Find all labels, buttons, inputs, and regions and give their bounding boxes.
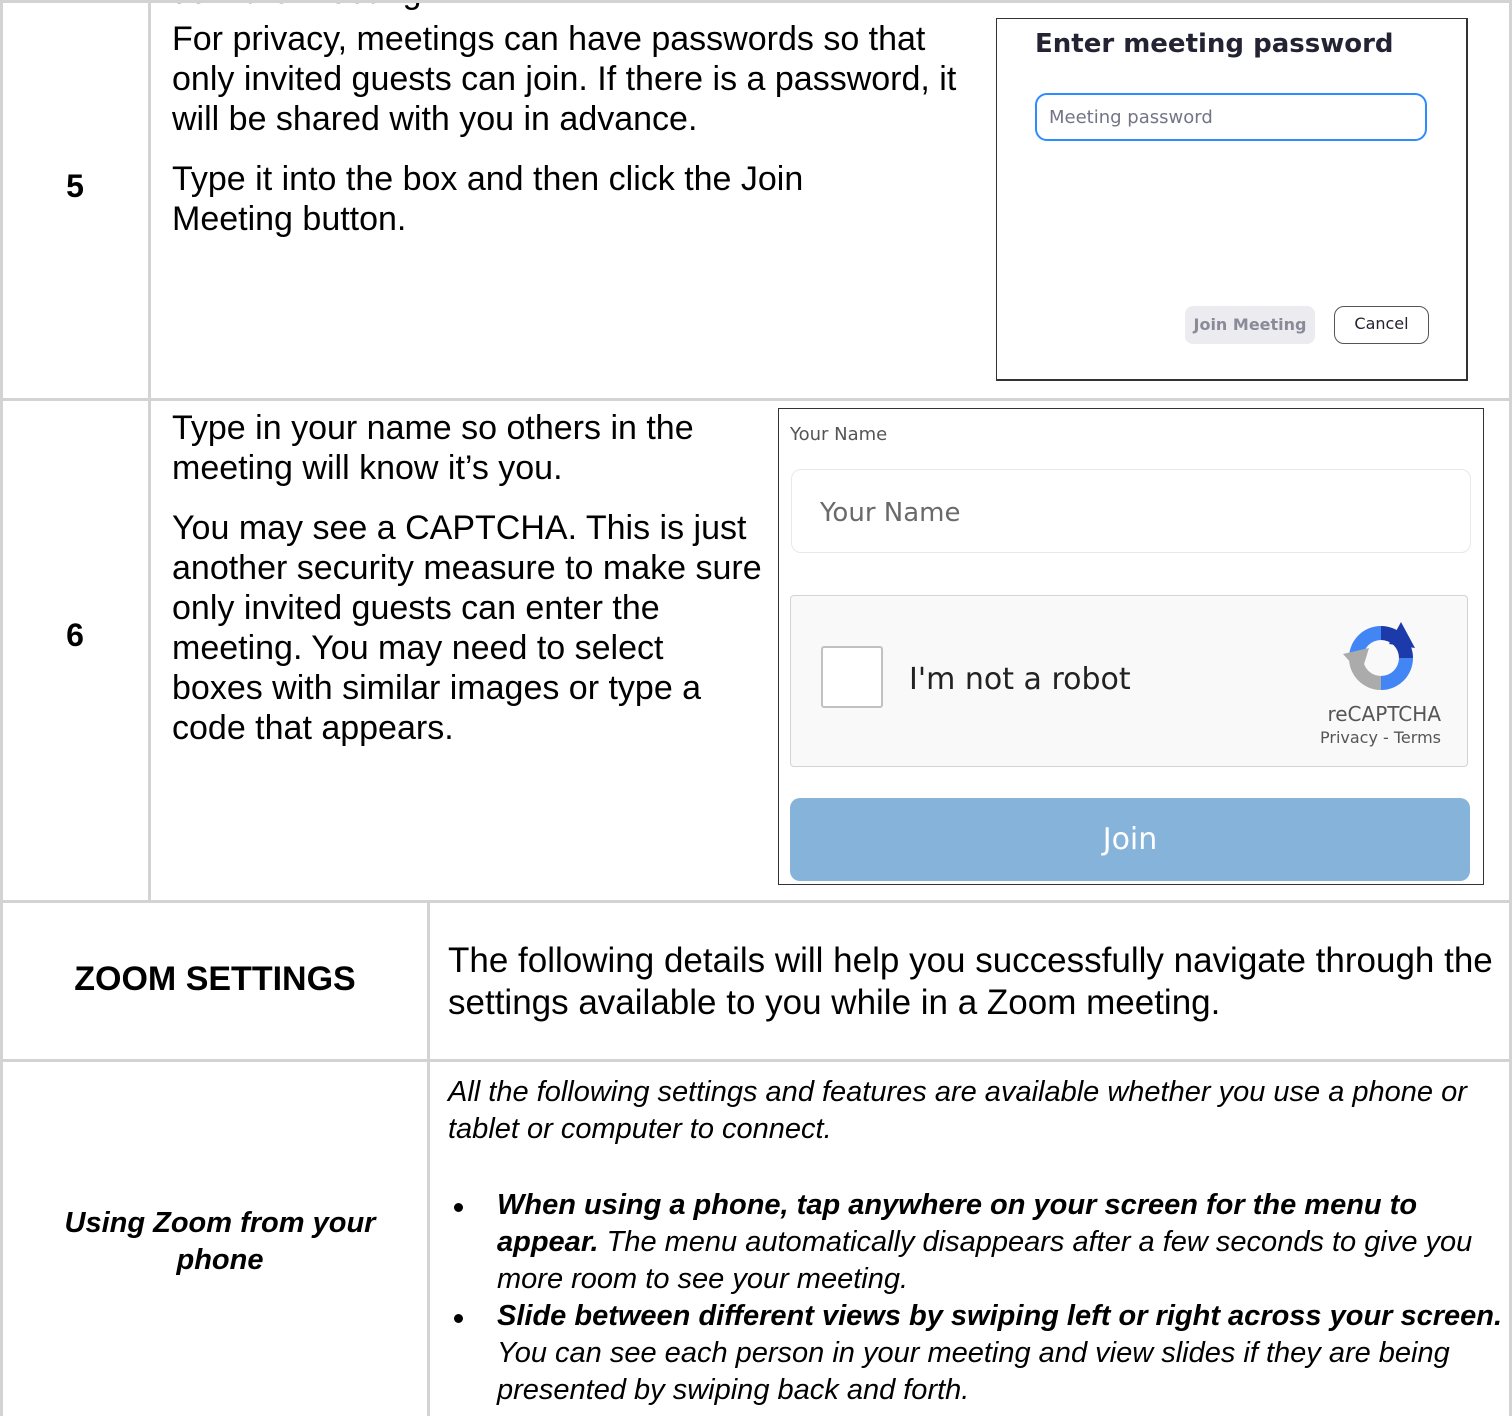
meeting-password-dialog: Enter meeting password Meeting password … — [996, 18, 1468, 381]
zoom-settings-description: The following details will help you succ… — [448, 941, 1493, 1022]
list-item: Slide between different views by swiping… — [448, 1298, 1503, 1409]
your-name-label: Your Name — [790, 424, 888, 445]
recaptcha-logo-icon — [1343, 622, 1415, 690]
table-border-row-5-6 — [0, 398, 1512, 401]
using-zoom-phone-heading: Using Zoom from your phone — [64, 1207, 376, 1276]
recaptcha-checkbox[interactable] — [821, 646, 883, 708]
bullet-icon — [454, 1203, 463, 1212]
step5-instructions: For privacy, meetings can have passwords… — [172, 19, 972, 239]
zoom-settings-heading: ZOOM SETTINGS — [74, 960, 356, 998]
table-border-row-6-settings — [0, 900, 1512, 903]
step5-paragraph-1: For privacy, meetings can have passwords… — [172, 20, 957, 138]
phone-intro-text: All the following settings and features … — [448, 1076, 1467, 1145]
recaptcha-privacy-terms-links[interactable]: Privacy - Terms — [1271, 728, 1441, 747]
join-meeting-button[interactable]: Join Meeting — [1185, 306, 1315, 344]
tip-text: You can see each person in your meeting … — [497, 1337, 1450, 1406]
table-border-left — [0, 0, 3, 1416]
cancel-button[interactable]: Cancel — [1334, 306, 1429, 344]
step-number-5: 5 — [66, 168, 84, 204]
your-name-input[interactable]: Your Name — [791, 469, 1471, 553]
recaptcha-widget: I'm not a robot reCAPTCHA Privacy - Term… — [790, 595, 1468, 767]
table-border-top — [0, 0, 1512, 3]
step6-paragraph-2: You may see a CAPTCHA. This is just anot… — [172, 509, 762, 747]
bullet-icon — [454, 1314, 463, 1323]
tip-text: The menu automatically disappears after … — [497, 1226, 1473, 1295]
dialog-title: Enter meeting password — [1035, 29, 1394, 59]
step6-instructions: Type in your name so others in the meeti… — [172, 408, 762, 748]
step-number-6: 6 — [66, 617, 84, 653]
step5-paragraph-2: Type it into the box and then click the … — [172, 160, 804, 238]
join-button[interactable]: Join — [790, 798, 1470, 881]
recaptcha-brand: reCAPTCHA — [1327, 702, 1441, 726]
phone-tips-list: When using a phone, tap anywhere on your… — [448, 1187, 1503, 1409]
meeting-password-input[interactable]: Meeting password — [1035, 93, 1427, 141]
table-border-step-column — [148, 0, 151, 902]
step6-paragraph-1: Type in your name so others in the meeti… — [172, 409, 694, 487]
list-item: When using a phone, tap anywhere on your… — [448, 1187, 1503, 1298]
table-border-settings-phone — [0, 1059, 1512, 1062]
join-name-panel: Your Name Your Name I'm not a robot reCA… — [778, 408, 1484, 885]
recaptcha-label: I'm not a robot — [909, 662, 1131, 697]
tip-bold: Slide between different views by swiping… — [497, 1300, 1503, 1332]
